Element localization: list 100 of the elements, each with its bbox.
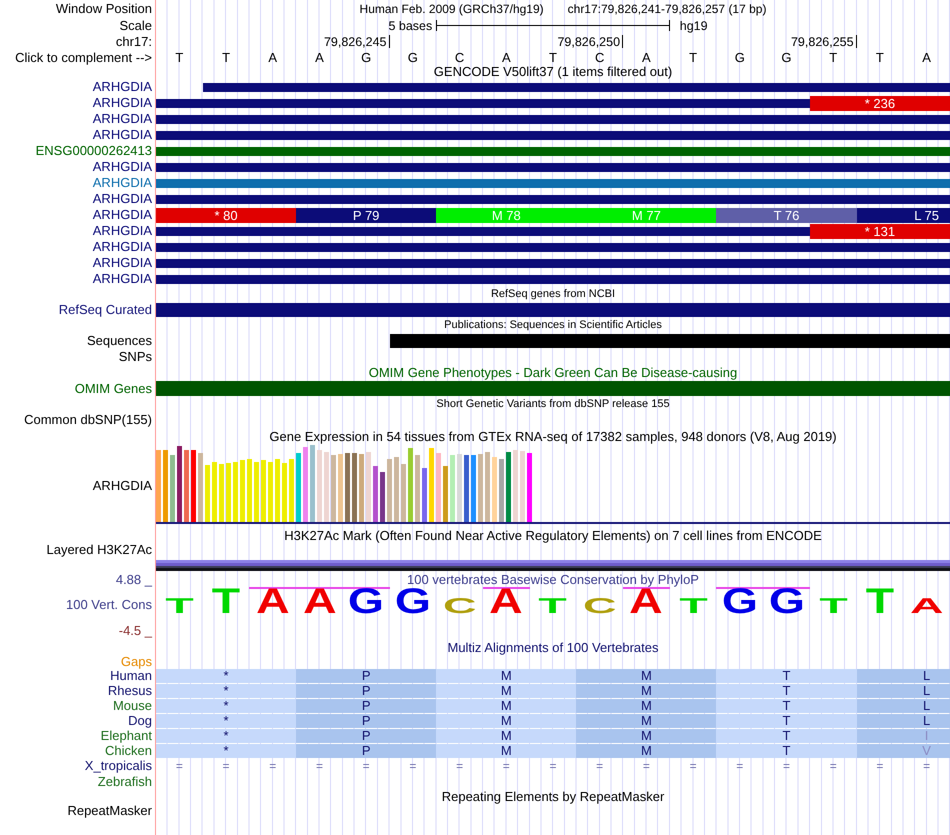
codon-block: P <box>296 714 436 728</box>
gene-bar[interactable] <box>156 195 950 204</box>
gene-bar[interactable] <box>156 275 950 284</box>
codon-block: V <box>856 744 950 758</box>
ruler-tick <box>388 35 390 48</box>
gene-bar[interactable] <box>156 131 950 140</box>
base-letter: T <box>175 50 184 64</box>
track-title: 100 vertebrates Basewise Conservation by PhyloP <box>407 573 699 587</box>
expression-bar <box>226 463 231 522</box>
base-letter: A <box>315 50 324 64</box>
track-label[interactable]: Sequences <box>86 334 152 348</box>
alignment-symbol: = <box>923 759 930 773</box>
codon-block[interactable]: T 76 <box>716 208 857 223</box>
codon-block[interactable]: * 236 <box>810 96 950 111</box>
expression-bar <box>247 459 252 522</box>
logo-letter: T <box>866 589 894 614</box>
expression-bar <box>324 452 329 522</box>
expression-bar <box>156 450 161 522</box>
track-label[interactable]: ARHGDIA <box>92 192 152 206</box>
track-label[interactable]: RefSeq Curated <box>58 303 152 317</box>
track-title: Repeating Elements by RepeatMasker <box>442 790 664 804</box>
track-label[interactable]: Click to complement --> <box>15 50 152 64</box>
track-label[interactable]: ARHGDIA <box>92 240 152 254</box>
gene-bar[interactable] <box>156 259 950 268</box>
track-label[interactable]: ARHGDIA <box>92 208 152 222</box>
track-label[interactable]: ARHGDIA <box>92 256 152 270</box>
gene-bar[interactable] <box>156 227 810 236</box>
track-title: GENCODE V50lift37 (1 items filtered out) <box>434 65 672 79</box>
track-label[interactable]: RepeatMasker <box>67 804 152 818</box>
gene-bar[interactable] <box>202 83 950 92</box>
track-label[interactable]: ARHGDIA <box>92 479 152 493</box>
track-label[interactable]: ARHGDIA <box>92 160 152 174</box>
gene-bar[interactable] <box>156 381 950 396</box>
expression-bar <box>513 450 518 522</box>
base-letter: T <box>222 50 230 64</box>
codon-block: T <box>716 744 857 758</box>
codon-block: * <box>156 699 296 713</box>
track-label[interactable]: OMIM Genes <box>74 382 152 396</box>
gene-bar[interactable] <box>156 163 950 172</box>
gene-bar[interactable] <box>156 303 950 317</box>
track-title: Short Genetic Variants from dbSNP release 155 <box>436 398 670 410</box>
track-label[interactable]: SNPs <box>118 350 152 364</box>
base-letter: T <box>549 50 557 64</box>
logo-letter: T <box>678 599 708 614</box>
codon-block: M <box>436 684 576 698</box>
track-label[interactable]: ARHGDIA <box>92 176 152 190</box>
logo-letter: G <box>768 589 805 614</box>
codon-block: L <box>856 714 950 728</box>
expression-bar <box>184 450 189 522</box>
track-label[interactable]: ARHGDIA <box>92 224 152 238</box>
track-label[interactable]: ARHGDIA <box>92 96 152 110</box>
codon-block: * <box>156 669 296 683</box>
track-label: Scale <box>119 18 152 32</box>
expression-bar <box>527 453 532 522</box>
codon-block[interactable]: L 75 <box>856 208 950 223</box>
codon-block: T <box>716 714 857 728</box>
expression-bar <box>478 454 483 522</box>
codon-block[interactable]: P 79 <box>296 208 436 223</box>
expression-bar <box>366 452 371 522</box>
expression-bar <box>261 460 266 522</box>
codon-block: L <box>856 699 950 713</box>
alignment-symbol: = <box>362 759 370 773</box>
track-label[interactable]: Common dbSNP(155) <box>24 413 152 427</box>
track-label[interactable]: ARHGDIA <box>92 112 152 126</box>
track-label[interactable]: ENSG00000262413 <box>36 144 152 158</box>
logo-letter: C <box>442 599 476 614</box>
expression-bar <box>268 462 273 522</box>
gene-bar[interactable] <box>156 115 950 124</box>
publication-bar[interactable] <box>390 334 950 348</box>
alignment-symbol: = <box>830 759 837 773</box>
gene-bar[interactable] <box>156 243 950 252</box>
ruler-tick <box>856 35 857 48</box>
track-label[interactable]: Layered H3K27Ac <box>46 543 152 556</box>
alignment-symbol: = <box>596 759 604 773</box>
track-label[interactable]: ARHGDIA <box>92 80 152 94</box>
track-label[interactable]: ARHGDIA <box>92 128 152 142</box>
track-label[interactable]: ARHGDIA <box>92 272 152 286</box>
expression-bar <box>401 464 406 522</box>
expression-bar <box>373 466 378 522</box>
codon-block: I <box>856 729 950 743</box>
gene-bar[interactable] <box>156 147 950 156</box>
gene-bar[interactable] <box>156 179 950 188</box>
logo-letter: G <box>394 589 431 614</box>
expression-bar <box>191 450 196 522</box>
codon-block: P <box>296 669 436 683</box>
base-letter: T <box>689 50 698 64</box>
codon-block[interactable]: * 80 <box>156 208 296 223</box>
codon-block: M <box>436 699 576 713</box>
alignment-symbol: = <box>456 759 464 773</box>
expression-bar <box>233 462 238 522</box>
gene-bar[interactable] <box>156 99 810 108</box>
expression-bar <box>212 462 217 522</box>
track-label[interactable]: 100 Vert. Cons <box>66 598 152 612</box>
codon-block: M <box>436 744 576 758</box>
logo-letter: G <box>722 589 758 614</box>
codon-block: * <box>156 684 296 698</box>
assembly-name: Human Feb. 2009 (GRCh37/hg19) <box>360 2 544 16</box>
species-label: X_tropicalis <box>84 759 152 773</box>
axis-label: 4.88 _ <box>116 573 152 587</box>
codon-block[interactable]: * 131 <box>810 224 950 239</box>
